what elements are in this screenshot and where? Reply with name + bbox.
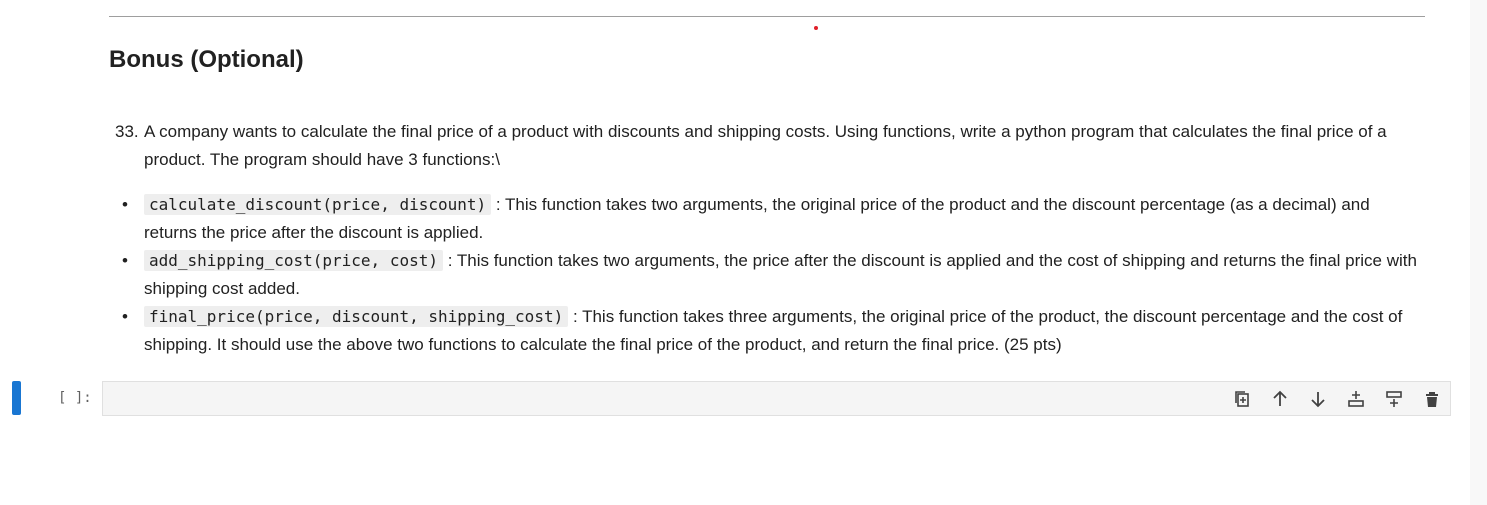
- question-paragraph: 33. A company wants to calculate the fin…: [115, 118, 1424, 174]
- move-down-button[interactable]: [1306, 387, 1330, 411]
- duplicate-cell-icon: [1235, 391, 1249, 407]
- move-up-icon: [1273, 390, 1287, 406]
- move-down-icon: [1311, 392, 1325, 408]
- inline-code: calculate_discount(price, discount): [144, 194, 492, 215]
- move-up-button[interactable]: [1268, 387, 1292, 411]
- insert-above-button[interactable]: [1382, 387, 1406, 411]
- inline-code: final_price(price, discount, shipping_co…: [144, 306, 569, 327]
- bullet: •: [122, 251, 128, 270]
- horizontal-rule: [109, 16, 1425, 17]
- inline-code: add_shipping_cost(price, cost): [144, 250, 443, 271]
- notebook-scrollbar-track[interactable]: [1470, 0, 1487, 505]
- bullet: •: [122, 307, 128, 326]
- duplicate-cell-button[interactable]: [1230, 387, 1254, 411]
- section-heading: Bonus (Optional): [109, 46, 304, 73]
- function-list: • calculate_discount(price, discount) : …: [122, 191, 1424, 359]
- delete-cell-icon: [1426, 392, 1438, 407]
- question-number: 33.: [115, 122, 139, 141]
- question-text: A company wants to calculate the final p…: [144, 122, 1387, 169]
- delete-cell-button[interactable]: [1420, 387, 1444, 411]
- active-cell-indicator[interactable]: [12, 381, 21, 415]
- bullet: •: [122, 195, 128, 214]
- insert-below-icon: [1348, 391, 1364, 407]
- cell-toolbar: [1230, 387, 1444, 411]
- insert-below-button[interactable]: [1344, 387, 1368, 411]
- cell-prompt: [ ]:: [58, 390, 92, 406]
- list-item: • calculate_discount(price, discount) : …: [122, 191, 1424, 247]
- insert-above-icon: [1386, 391, 1402, 407]
- list-item: • add_shipping_cost(price, cost) : This …: [122, 247, 1424, 303]
- list-item: • final_price(price, discount, shipping_…: [122, 303, 1424, 359]
- red-dot-marker: [814, 26, 818, 30]
